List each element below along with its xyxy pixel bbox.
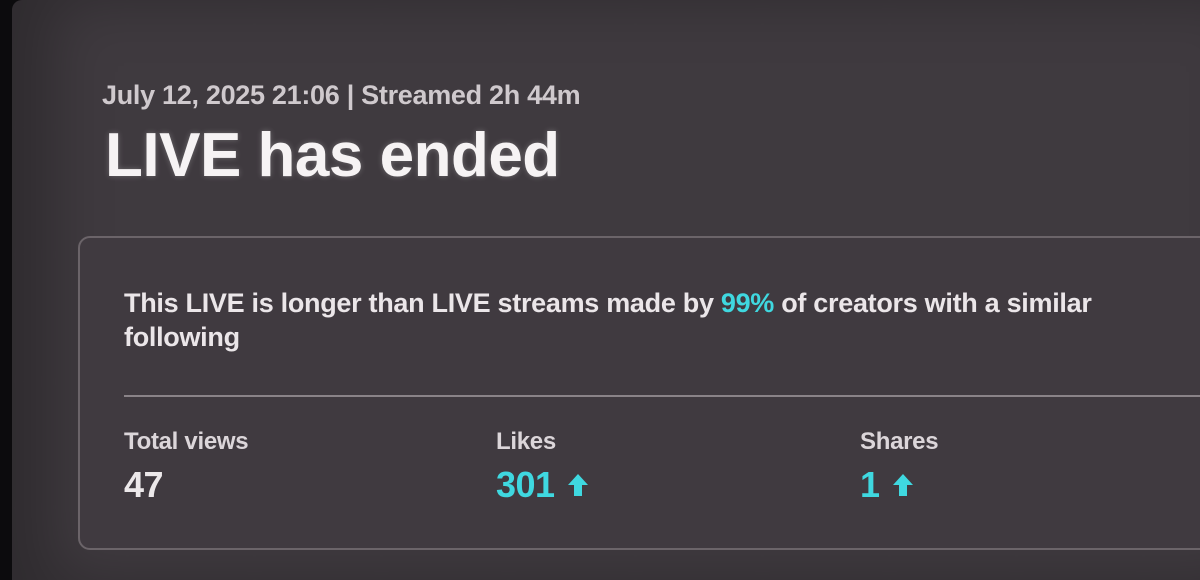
stat-label: Shares	[860, 428, 939, 455]
stats-card: This LIVE is longer than LIVE streams ma…	[78, 236, 1200, 550]
meta-separator: |	[346, 80, 355, 110]
stream-date-time: July 12, 2025 21:06	[102, 80, 340, 110]
insight-prefix: This LIVE is longer than LIVE streams ma…	[124, 288, 721, 318]
arrow-up-icon	[892, 474, 913, 496]
stat-total-views: Total views 47	[124, 428, 249, 506]
page-title: LIVE has ended	[105, 121, 560, 190]
stat-likes: Likes 301	[496, 428, 589, 506]
stat-value: 47	[124, 464, 164, 505]
stat-shares: Shares 1	[860, 428, 939, 506]
stat-value: 1	[860, 464, 880, 505]
arrow-up-icon	[567, 474, 588, 496]
stat-label: Total views	[124, 428, 249, 455]
live-summary-screen: July 12, 2025 21:06 | Streamed 2h 44m LI…	[12, 0, 1200, 580]
stream-meta: July 12, 2025 21:06 | Streamed 2h 44m	[102, 80, 581, 111]
stat-label: Likes	[496, 428, 556, 455]
stat-value: 301	[496, 464, 555, 505]
stream-duration: Streamed 2h 44m	[361, 80, 581, 110]
insight-text: This LIVE is longer than LIVE streams ma…	[124, 286, 1184, 354]
insight-percentage: 99%	[720, 288, 775, 318]
divider	[124, 395, 1200, 397]
